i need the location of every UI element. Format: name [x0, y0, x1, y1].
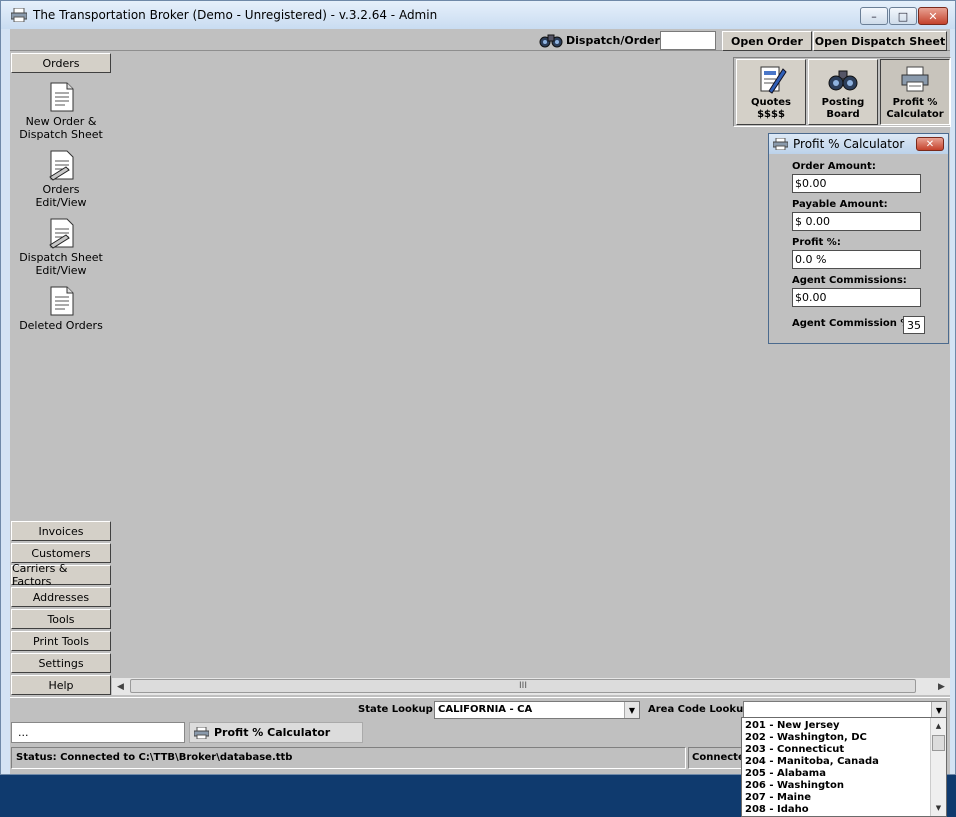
- posting-board-button[interactable]: Posting Board: [808, 59, 878, 125]
- posting-label-2: Board: [826, 109, 860, 120]
- nav-dispatch-label-1: Dispatch Sheet: [19, 251, 103, 264]
- quotes-label-1: Quotes: [750, 97, 791, 108]
- payable-amount-input[interactable]: $ 0.00: [792, 212, 921, 231]
- dropdown-scroll-thumb[interactable]: [932, 735, 945, 751]
- printer-calculator-icon: [901, 66, 929, 92]
- top-toolbar: Dispatch/Order #: Open Order Open Dispat…: [10, 29, 950, 51]
- scroll-thumb[interactable]: III: [130, 679, 916, 693]
- task-dots-field[interactable]: ...: [11, 722, 185, 743]
- dropdown-vertical-scrollbar[interactable]: ▲ ▼: [930, 718, 946, 816]
- printer-icon: [194, 727, 209, 739]
- orders-section-button[interactable]: Orders: [11, 53, 111, 73]
- nav-tools-button[interactable]: Tools: [11, 609, 111, 629]
- task-profit-calculator-tab[interactable]: Profit % Calculator: [189, 722, 363, 743]
- area-code-option[interactable]: 204 - Manitoba, Canada: [745, 756, 931, 768]
- status-text: Status: Connected to C:\TTB\Broker\datab…: [11, 747, 686, 769]
- profit-label-1: Profit %: [892, 97, 938, 108]
- nav-orders-label-1: Orders: [42, 183, 80, 196]
- state-lookup-label: State Lookup:: [358, 704, 437, 715]
- profit-calculator-window: Profit % Calculator ✕ Order Amount: $0.0…: [768, 133, 949, 344]
- area-code-lookup-label: Area Code Lookup:: [648, 704, 755, 715]
- state-lookup-select[interactable]: CALIFORNIA - CA ▼: [434, 701, 640, 719]
- pencil-document-icon: [49, 218, 74, 249]
- order-amount-input[interactable]: $0.00: [792, 174, 921, 193]
- nav-dispatch-sheet-edit-view[interactable]: Dispatch Sheet Edit/View: [10, 217, 112, 277]
- close-button[interactable]: ✕: [918, 7, 948, 25]
- scroll-left-icon[interactable]: ◀: [112, 678, 129, 695]
- chevron-down-icon[interactable]: ▼: [931, 702, 946, 718]
- nav-carriers-factors-button[interactable]: Carriers & Factors: [11, 562, 111, 588]
- chevron-down-icon[interactable]: ▼: [624, 702, 639, 718]
- nav-settings-button[interactable]: Settings: [11, 653, 111, 673]
- order-amount-label: Order Amount:: [792, 161, 876, 172]
- nav-new-order-label-1: New Order &: [25, 115, 97, 128]
- horizontal-scrollbar[interactable]: ◀ III ▶: [112, 678, 950, 695]
- agent-commissions-input[interactable]: $0.00: [792, 288, 921, 307]
- binoculars-icon: [828, 70, 858, 91]
- binoculars-icon: [539, 34, 563, 48]
- area-code-option[interactable]: 208 - Idaho: [745, 804, 931, 816]
- pencil-document-icon: [49, 150, 74, 181]
- open-dispatch-sheet-button[interactable]: Open Dispatch Sheet: [813, 31, 947, 51]
- nav-orders-edit-view[interactable]: Orders Edit/View: [10, 149, 112, 209]
- nav-addresses-button[interactable]: Addresses: [11, 587, 111, 607]
- nav-new-order-label-2: Dispatch Sheet: [19, 128, 103, 141]
- main-window: The Transportation Broker (Demo - Unregi…: [0, 0, 956, 775]
- nav-deleted-orders-label: Deleted Orders: [19, 319, 103, 332]
- posting-label-1: Posting: [821, 97, 865, 108]
- window-title: The Transportation Broker (Demo - Unregi…: [33, 8, 438, 22]
- area-code-option[interactable]: 207 - Maine: [745, 792, 931, 804]
- quotes-button[interactable]: Quotes $$$$: [736, 59, 806, 125]
- agent-commission-percent-input[interactable]: 35: [903, 316, 925, 334]
- minimize-button[interactable]: –: [860, 7, 888, 25]
- connection-status: Connected: [688, 747, 748, 769]
- quick-launch-panel: Quotes $$$$ Posting Board Profit % Calcu…: [733, 57, 951, 127]
- profit-calculator-titlebar[interactable]: Profit % Calculator ✕: [769, 134, 948, 154]
- area-code-option[interactable]: 203 - Connecticut: [745, 744, 931, 756]
- scroll-down-icon[interactable]: ▼: [931, 802, 946, 814]
- nav-orders-label-2: Edit/View: [35, 196, 87, 209]
- agent-commission-percent-label: Agent Commission %:: [792, 318, 915, 329]
- app-printer-icon: [11, 8, 27, 22]
- state-lookup-value: CALIFORNIA - CA: [438, 704, 533, 715]
- nav-new-order[interactable]: New Order & Dispatch Sheet: [10, 81, 112, 141]
- payable-amount-label: Payable Amount:: [792, 199, 888, 210]
- profit-calculator-close-button[interactable]: ✕: [916, 137, 944, 151]
- profit-calculator-title: Profit % Calculator: [793, 137, 905, 151]
- profit-label-2: Calculator: [886, 109, 944, 120]
- document-icon: [50, 82, 74, 112]
- nav-customers-button[interactable]: Customers: [11, 543, 111, 563]
- nav-print-tools-button[interactable]: Print Tools: [11, 631, 111, 651]
- scroll-right-icon[interactable]: ▶: [933, 678, 950, 695]
- dispatch-order-input[interactable]: [660, 31, 716, 50]
- maximize-button[interactable]: □: [889, 7, 917, 25]
- quotes-pencil-icon: [760, 66, 787, 94]
- document-icon: [50, 286, 74, 316]
- profit-percent-label: Profit %:: [792, 237, 841, 248]
- nav-dispatch-label-2: Edit/View: [35, 264, 87, 277]
- client-area: Dispatch/Order #: Open Order Open Dispat…: [10, 29, 951, 774]
- printer-icon: [773, 138, 788, 150]
- nav-invoices-button[interactable]: Invoices: [11, 521, 111, 541]
- profit-calculator-button[interactable]: Profit % Calculator: [880, 59, 950, 125]
- quotes-label-2: $$$$: [757, 109, 785, 120]
- area-code-option[interactable]: 206 - Washington: [745, 780, 931, 792]
- task-profit-calculator-label: Profit % Calculator: [214, 726, 331, 739]
- agent-commissions-label: Agent Commissions:: [792, 275, 907, 286]
- title-bar[interactable]: The Transportation Broker (Demo - Unregi…: [1, 1, 955, 29]
- profit-percent-input[interactable]: 0.0 %: [792, 250, 921, 269]
- scroll-up-icon[interactable]: ▲: [931, 720, 946, 732]
- nav-help-button[interactable]: Help: [11, 675, 111, 695]
- nav-deleted-orders[interactable]: Deleted Orders: [10, 285, 112, 332]
- area-code-option[interactable]: 202 - Washington, DC: [745, 732, 931, 744]
- area-code-option[interactable]: 201 - New Jersey: [745, 720, 931, 732]
- area-code-dropdown-list[interactable]: 201 - New Jersey 202 - Washington, DC 20…: [741, 717, 947, 817]
- open-order-button[interactable]: Open Order: [722, 31, 812, 51]
- area-code-option[interactable]: 205 - Alabama: [745, 768, 931, 780]
